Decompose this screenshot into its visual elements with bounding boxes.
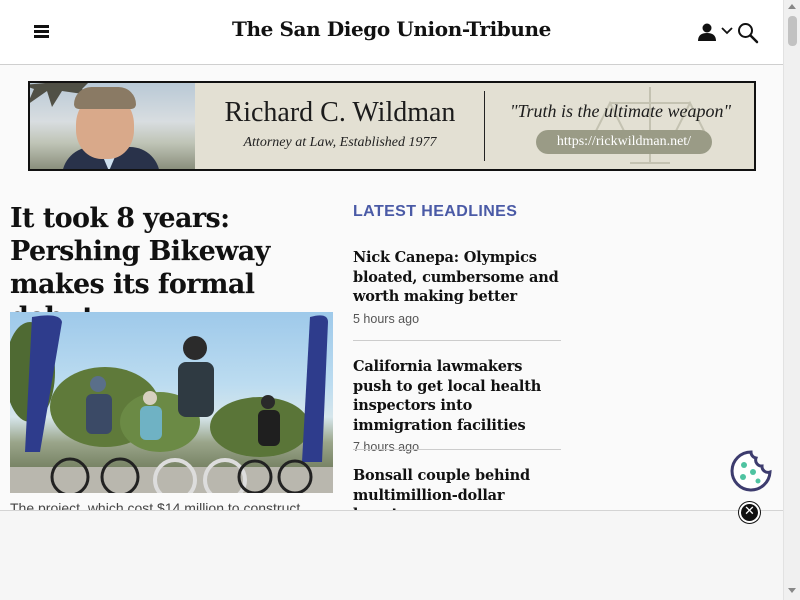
scroll-down-arrow-icon[interactable] [788,588,796,593]
article-image[interactable] [10,312,333,493]
headline-item-title[interactable]: California lawmakers push to get local h… [353,357,561,435]
headline-divider [353,449,561,450]
headline-item[interactable]: Nick Canepa: Olympics bloated, cumbersom… [353,248,561,326]
scroll-up-arrow-icon[interactable] [788,4,796,9]
user-icon[interactable] [697,23,717,41]
ad-attorney-name: Richard C. Wildman [224,97,456,128]
ad-attorney-subtitle: Attorney at Law, Established 1977 [243,135,437,150]
ad-quote: "Truth is the ultimate weapon" [509,101,732,121]
chevron-down-icon[interactable] [721,26,733,36]
headline-divider [353,340,561,341]
close-ad-button[interactable]: ✕ [739,502,760,523]
scales-of-justice-icon [593,87,707,164]
headline-item[interactable]: California lawmakers push to get local h… [353,357,561,454]
cookie-settings-icon[interactable] [730,450,772,492]
headline-item-time: 7 hours ago [353,440,420,454]
bottom-ad-bar [0,510,783,600]
search-icon[interactable] [737,22,759,44]
ad-attorney-photo [30,83,195,169]
page-scrollbar[interactable] [783,0,800,600]
advertisement-banner[interactable]: Richard C. Wildman Attorney at Law, Esta… [28,81,756,171]
site-header: The San Diego Union-Tribune [0,0,783,65]
site-logo[interactable]: The San Diego Union-Tribune [0,17,783,41]
latest-headlines-title[interactable]: LATEST HEADLINES [353,203,517,221]
ad-url-button[interactable]: https://rickwildman.net/ [536,130,712,154]
headline-item-time: 5 hours ago [353,311,420,326]
scroll-thumb[interactable] [788,16,797,46]
headline-item-title[interactable]: Nick Canepa: Olympics bloated, cumbersom… [353,248,561,307]
